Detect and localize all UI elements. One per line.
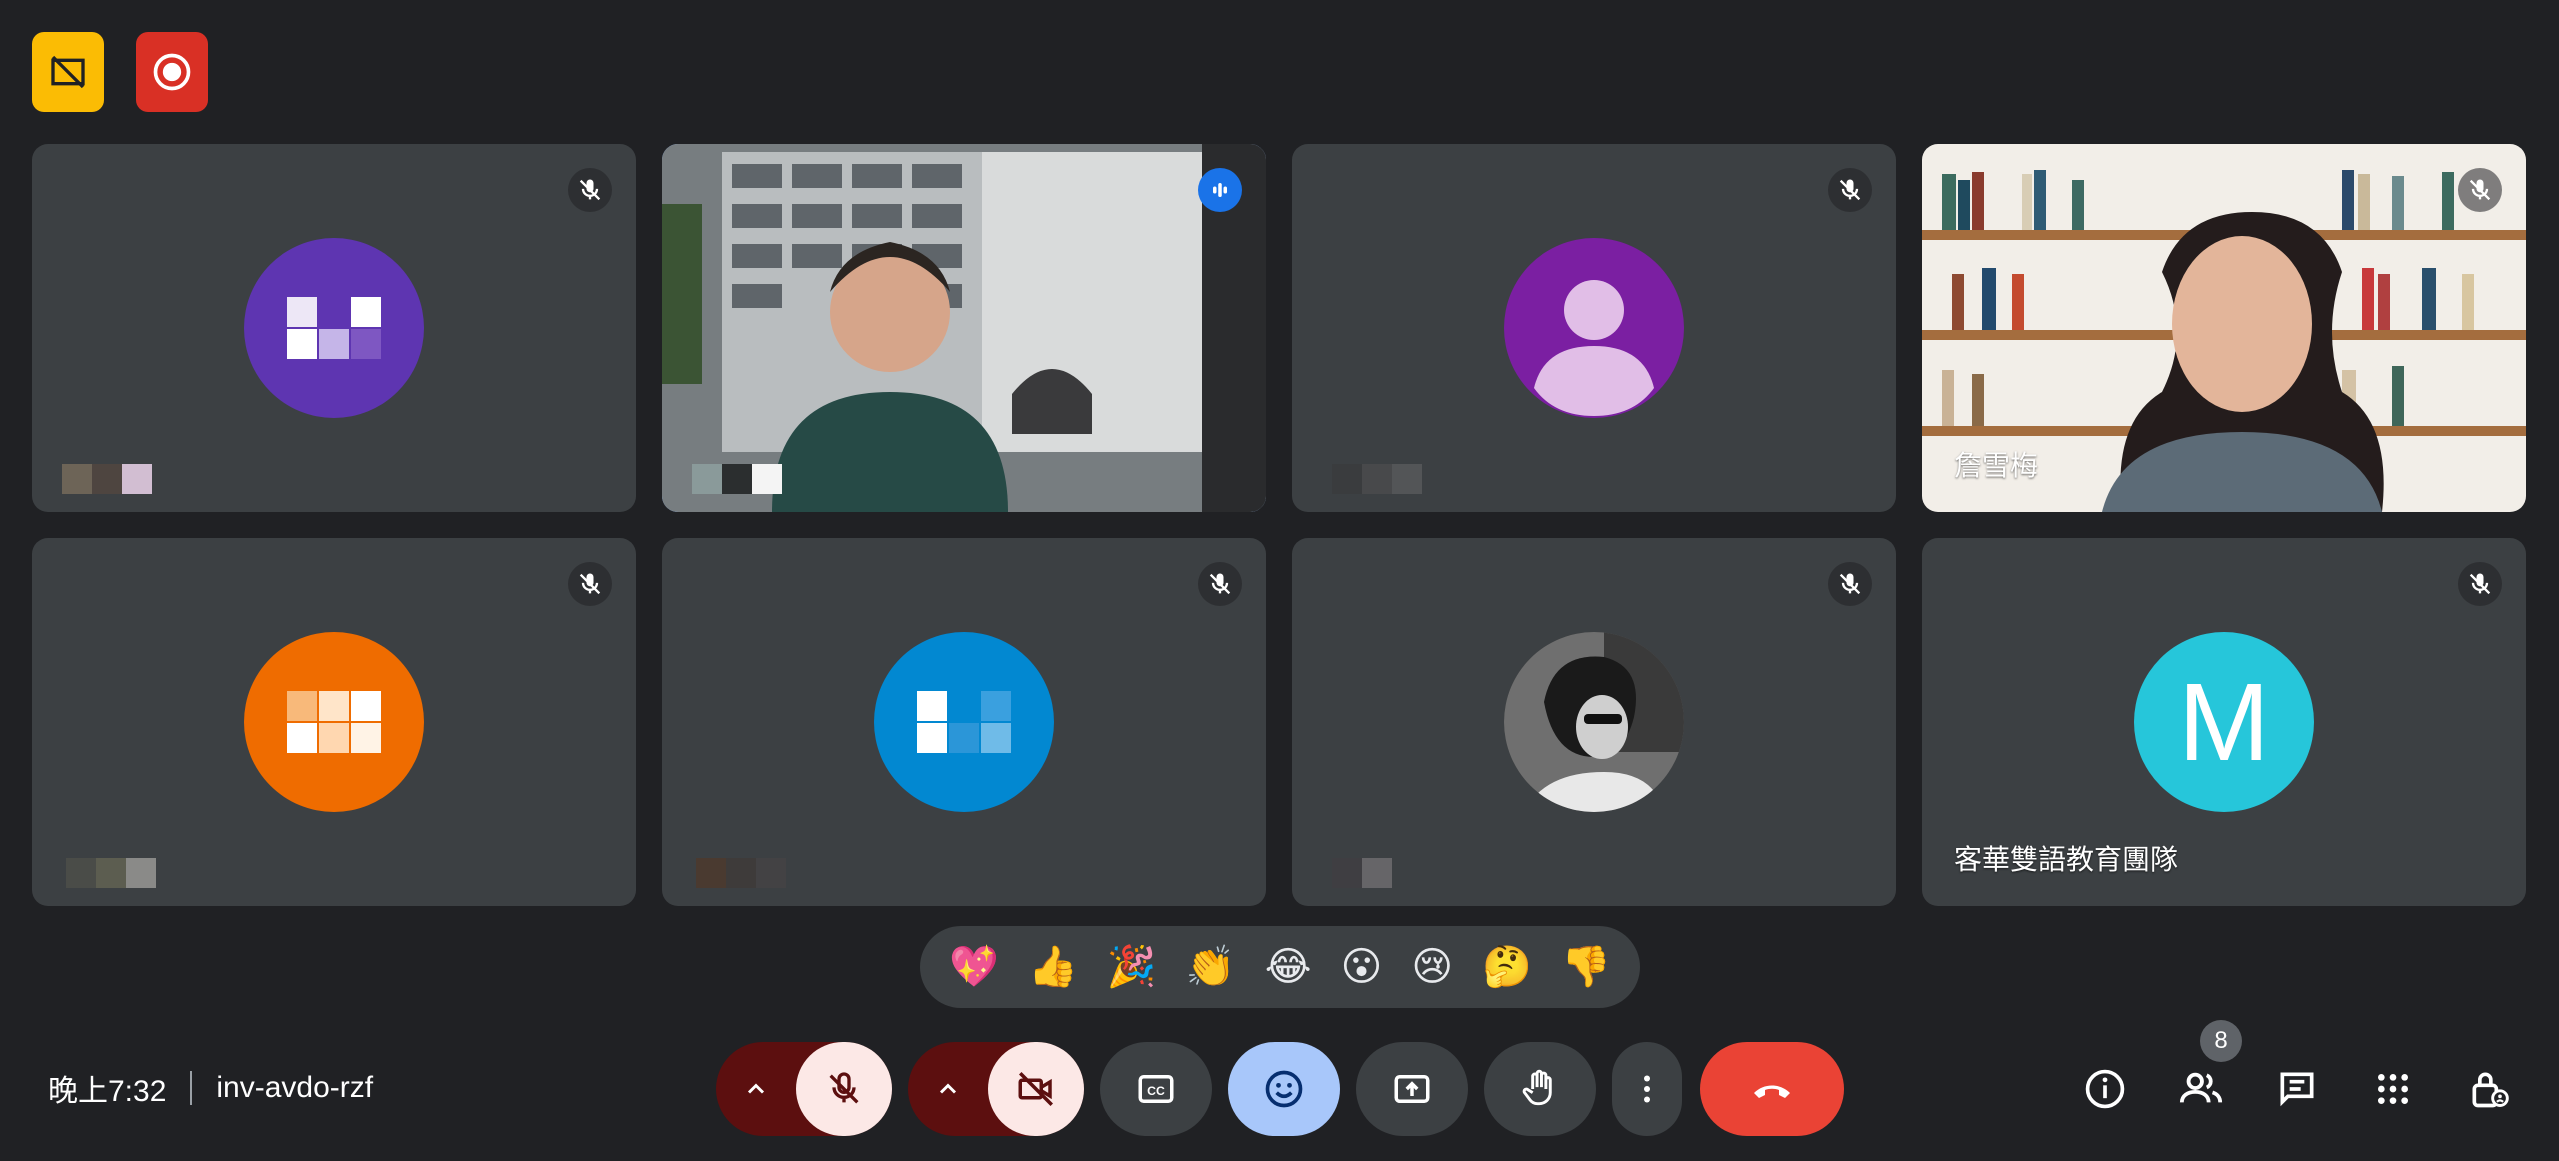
avatar [1504,238,1684,418]
chevron-up-icon [939,1083,957,1094]
participant-tile[interactable] [32,538,636,906]
name-redaction [696,858,786,888]
mic-off-icon [829,1072,859,1104]
avatar [874,632,1054,812]
name-redaction [1332,464,1422,494]
chevron-up-icon [747,1083,765,1094]
record-icon [153,53,191,91]
audio-level-icon [1198,168,1242,212]
avatar: M [2134,632,2314,812]
avatar [1504,632,1684,812]
svg-text:CC: CC [1147,1084,1165,1098]
emoji-icon [1265,1070,1303,1108]
person-icon [1534,280,1654,416]
reaction-clap[interactable]: 👏 [1186,947,1236,987]
muted-icon [568,562,612,606]
participants-count: 8 [2214,1027,2228,1054]
host-controls-button[interactable] [2454,1054,2524,1124]
more-options-button[interactable] [1612,1042,1682,1136]
chat-button[interactable] [2262,1054,2332,1124]
reaction-heart[interactable]: 💖 [949,947,999,987]
meeting-details-button[interactable] [2070,1054,2140,1124]
muted-icon [568,168,612,212]
chat-icon [2280,1072,2314,1107]
participant-tile[interactable]: M 客華雙語教育團隊 [1922,538,2526,906]
profile-photo [1504,632,1684,812]
reaction-thumbs-down[interactable]: 👎 [1561,947,1611,987]
mic-toggle-button[interactable] [796,1042,892,1136]
reaction-party[interactable]: 🎉 [1107,947,1157,987]
meeting-info: 晚上7:32 inv-avdo-rzf [48,1066,373,1110]
reaction-thinking[interactable]: 🤔 [1482,947,1532,987]
present-screen-button[interactable] [1356,1042,1468,1136]
participant-tile[interactable] [1292,538,1896,906]
participant-tile-speaking[interactable] [662,144,1266,512]
present-icon [1394,1075,1430,1103]
captions-button[interactable]: CC [1100,1042,1212,1136]
participants-count-badge: 8 [2200,1020,2242,1062]
emoji-reactions-button[interactable] [1228,1042,1340,1136]
reaction-thumbs-up[interactable]: 👍 [1028,947,1078,987]
participant-name: 客華雙語教育團隊 [1954,844,2179,875]
reaction-crying[interactable]: 😢 [1411,947,1453,987]
participant-tile[interactable]: 詹雪梅 [1922,144,2526,512]
people-button[interactable]: 8 [2166,1020,2242,1124]
meeting-code: inv-avdo-rzf [216,1071,374,1104]
divider [190,1071,193,1105]
avatar-letter: M [2178,660,2270,784]
people-icon [2179,1072,2223,1103]
meeting-time: 晚上7:32 [48,1075,167,1108]
raise-hand-button[interactable] [1484,1042,1596,1136]
closed-caption-icon: CC [1138,1075,1174,1103]
muted-icon [1828,168,1872,212]
name-redaction [62,464,152,494]
participant-tile[interactable] [662,538,1266,906]
videocam-off-icon [1018,1072,1053,1106]
camera-control-group [908,1042,1084,1136]
muted-icon [2458,562,2502,606]
info-icon [2085,1069,2125,1109]
muted-icon [1828,562,1872,606]
name-redaction [692,464,782,494]
lock-person-icon [2472,1072,2509,1108]
end-call-button[interactable] [1700,1042,1844,1136]
recording-indicator-button[interactable] [136,32,208,112]
muted-icon [1198,562,1242,606]
reaction-bar: 💖 👍 🎉 👏 😂 😮 😢 🤔 👎 [920,926,1640,1008]
reaction-surprised[interactable]: 😮 [1341,947,1383,987]
camera-toggle-button[interactable] [988,1042,1084,1136]
participant-name: 詹雪梅 [1954,450,2039,481]
reaction-laugh[interactable]: 😂 [1265,947,1312,987]
participant-tile[interactable] [32,144,636,512]
call-end-icon [1754,1085,1790,1098]
avatar [244,632,424,812]
mic-control-group [716,1042,892,1136]
avatar [244,238,424,418]
more-vert-icon [1644,1075,1650,1103]
raise-hand-icon [1522,1069,1552,1106]
closed-caption-off-icon [51,55,85,89]
video-options-button[interactable] [908,1042,988,1136]
name-redaction [66,858,156,888]
name-redaction [1332,858,1392,888]
captions-toggle-button[interactable] [32,32,104,112]
activities-button[interactable] [2358,1054,2428,1124]
participant-tile[interactable] [1292,144,1896,512]
apps-grid-icon [2378,1074,2408,1104]
muted-icon [2458,168,2502,212]
audio-options-button[interactable] [716,1042,796,1136]
participant-video [662,144,1266,512]
